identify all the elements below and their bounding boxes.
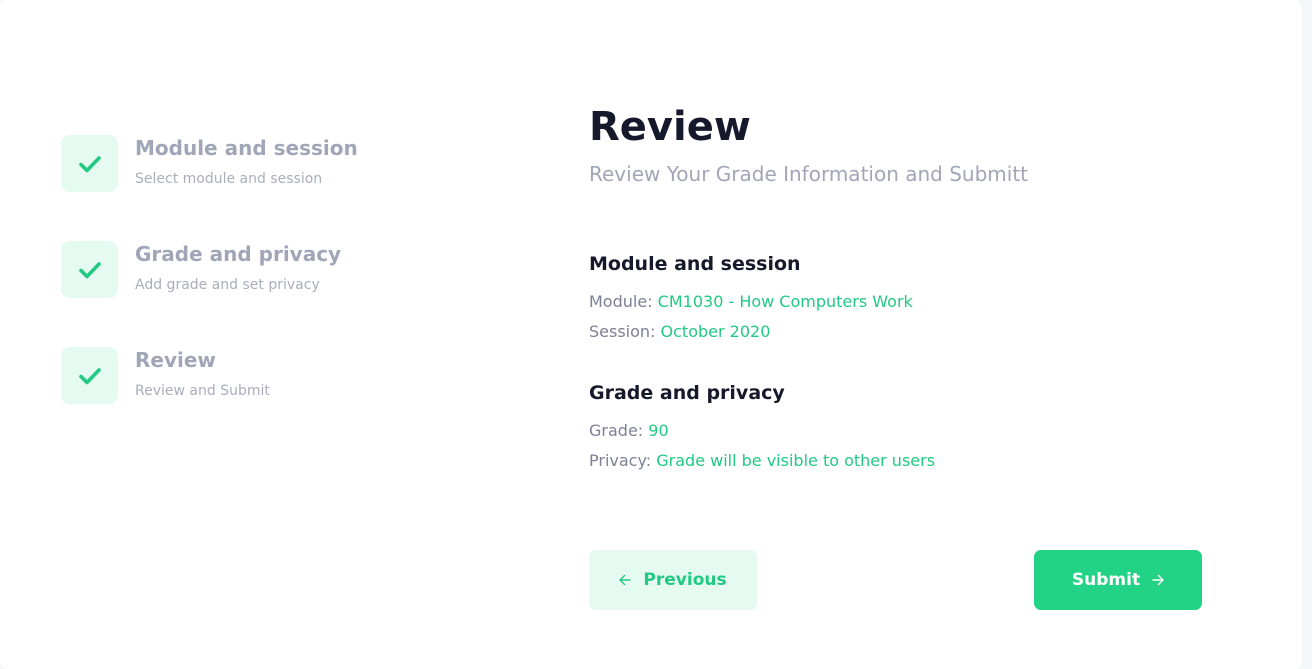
previous-label: Previous bbox=[643, 570, 727, 590]
previous-button[interactable]: Previous bbox=[589, 550, 757, 610]
step-grade-and-privacy[interactable]: Grade and privacy Add grade and set priv… bbox=[61, 241, 441, 347]
field-label: Privacy: bbox=[589, 451, 652, 470]
field-label: Grade: bbox=[589, 421, 644, 440]
field-value: CM1030 - How Computers Work bbox=[657, 292, 913, 311]
check-icon bbox=[78, 261, 101, 278]
step-subtitle: Review and Submit bbox=[135, 383, 270, 399]
step-module-and-session[interactable]: Module and session Select module and ses… bbox=[61, 135, 441, 241]
field-value: October 2020 bbox=[660, 322, 771, 341]
step-title: Grade and privacy bbox=[135, 242, 342, 266]
page-title: Review bbox=[589, 104, 751, 150]
step-title: Module and session bbox=[135, 136, 358, 160]
field-privacy: Privacy: Grade will be visible to other … bbox=[589, 450, 935, 472]
field-grade: Grade: 90 bbox=[589, 420, 669, 442]
check-icon bbox=[78, 367, 101, 384]
step-subtitle: Add grade and set privacy bbox=[135, 277, 320, 293]
step-subtitle: Select module and session bbox=[135, 171, 323, 187]
submit-button[interactable]: Submit bbox=[1034, 550, 1202, 610]
step-check-badge bbox=[61, 241, 118, 298]
section-title-grade-and-privacy: Grade and privacy bbox=[589, 382, 785, 404]
field-module: Module: CM1030 - How Computers Work bbox=[589, 291, 913, 313]
check-icon bbox=[78, 155, 101, 172]
step-check-badge bbox=[61, 135, 118, 192]
arrow-right-icon bbox=[1152, 574, 1164, 586]
field-value: Grade will be visible to other users bbox=[656, 451, 936, 470]
section-title-module-and-session: Module and session bbox=[589, 253, 801, 275]
step-review[interactable]: Review Review and Submit bbox=[61, 347, 441, 453]
field-label: Module: bbox=[589, 292, 653, 311]
page-subtitle: Review Your Grade Information and Submit… bbox=[589, 162, 1029, 186]
field-session: Session: October 2020 bbox=[589, 321, 770, 343]
submit-label: Submit bbox=[1071, 570, 1141, 590]
field-label: Session: bbox=[589, 322, 656, 341]
step-title: Review bbox=[135, 348, 216, 372]
field-value: 90 bbox=[648, 421, 669, 440]
review-card: Module and session Select module and ses… bbox=[0, 0, 1302, 669]
stepper: Module and session Select module and ses… bbox=[61, 135, 441, 453]
step-check-badge bbox=[61, 347, 118, 404]
arrow-left-icon bbox=[619, 574, 632, 586]
